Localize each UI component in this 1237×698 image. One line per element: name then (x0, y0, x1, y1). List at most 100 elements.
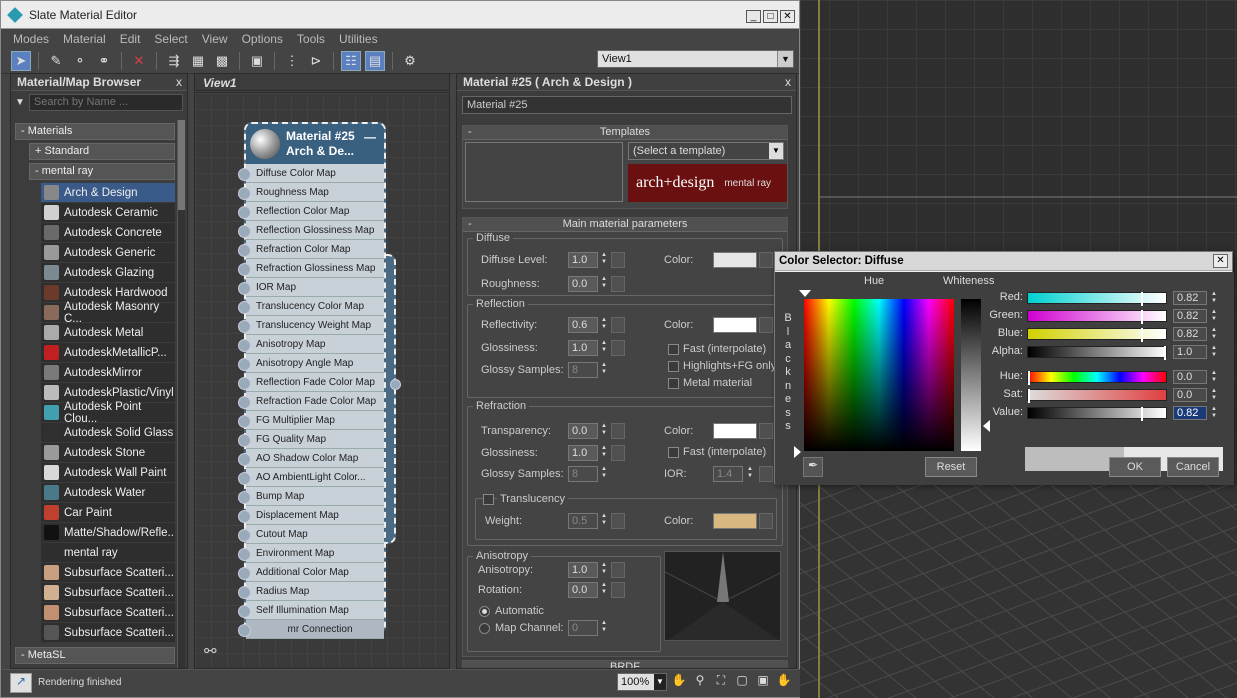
props-close-icon[interactable]: x (785, 75, 791, 89)
eyedropper-icon[interactable]: ✒ (803, 457, 823, 477)
spinner-icon[interactable]: ▲ ▼ (599, 362, 609, 378)
reflectivity-map-button[interactable] (611, 317, 625, 333)
refraction-glossiness-field[interactable]: 1.0 (568, 445, 598, 461)
spinner-icon[interactable]: ▲ ▼ (599, 513, 609, 529)
menu-view[interactable]: View (202, 32, 228, 46)
put-to-scene-icon[interactable]: ⚬ (70, 51, 90, 71)
spinner-icon[interactable]: ▲ ▼ (1209, 370, 1219, 384)
node-connection-slot[interactable]: mr Connection (238, 620, 384, 639)
node-input-slot[interactable]: Reflection Glossiness Map (238, 221, 384, 240)
transparency-map-button[interactable] (611, 423, 625, 439)
layout-children-icon[interactable]: ⋮ (282, 51, 302, 71)
rotation-field[interactable]: 0.0 (568, 582, 598, 598)
menu-select[interactable]: Select (154, 32, 187, 46)
view-dropdown[interactable]: View1 ▼ (597, 50, 794, 68)
spinner-icon[interactable]: ▲ ▼ (599, 445, 609, 461)
list-item[interactable]: Arch & Design (41, 183, 175, 203)
list-item[interactable]: Subsurface Scatteri... (41, 563, 175, 583)
spinner-icon[interactable]: ▲ ▼ (599, 620, 609, 636)
spinner-icon[interactable]: ▲ ▼ (599, 340, 609, 356)
list-item[interactable]: Autodesk Generic (41, 243, 175, 263)
channel-slider[interactable] (1027, 407, 1167, 421)
spinner-icon[interactable]: ▲ ▼ (1209, 388, 1219, 402)
maximize-button[interactable]: □ (763, 10, 778, 23)
anisotropy-map-button[interactable] (611, 562, 625, 578)
translucency-weight-field[interactable]: 0.5 (568, 513, 598, 529)
chevron-down-icon[interactable]: ▼ (769, 143, 783, 159)
template-dropdown[interactable]: (Select a template) ▼ (628, 142, 784, 160)
anisotropy-field[interactable]: 1.0 (568, 562, 598, 578)
slider-thumb[interactable] (1164, 346, 1166, 360)
node-input-slot[interactable]: Roughness Map (238, 183, 384, 202)
minimize-button[interactable]: _ (746, 10, 761, 23)
hue-blackness-picker[interactable] (804, 299, 954, 451)
search-input[interactable] (28, 93, 183, 111)
translucency-color-map-button[interactable] (759, 513, 773, 529)
slider-thumb[interactable] (1028, 389, 1030, 403)
group-materials[interactable]: - Materials (15, 123, 175, 140)
spinner-icon[interactable]: ▲ ▼ (745, 466, 755, 482)
channel-value-field[interactable]: 0.82 (1173, 327, 1207, 341)
roughness-field[interactable]: 0.0 (568, 276, 598, 292)
whiteness-marker[interactable] (983, 420, 990, 432)
spinner-icon[interactable]: ▲ ▼ (599, 562, 609, 578)
spinner-icon[interactable]: ▲ ▼ (1209, 327, 1219, 341)
slider-thumb[interactable] (1141, 407, 1143, 421)
filter-icon[interactable]: ▼ (15, 97, 25, 108)
menu-options[interactable]: Options (242, 32, 283, 46)
reflection-color-swatch[interactable] (713, 317, 757, 333)
channel-slider[interactable] (1027, 371, 1167, 385)
list-item[interactable]: Matte/Shadow/Refle... (41, 523, 175, 543)
list-item[interactable]: Autodesk Point Clou... (41, 401, 175, 425)
move-children-icon[interactable]: ⇶ (164, 51, 184, 71)
map-channel-radio[interactable] (479, 623, 490, 634)
channel-value-field[interactable]: 0.0 (1173, 370, 1207, 384)
list-item[interactable]: Car Paint (41, 503, 175, 523)
refraction-color-map-button[interactable] (759, 423, 773, 439)
list-item[interactable]: mental ray (41, 543, 175, 563)
channel-value-field[interactable]: 1.0 (1173, 345, 1207, 359)
reset-button[interactable]: Reset (925, 457, 977, 477)
delete-icon[interactable]: ✕ (129, 51, 149, 71)
menu-edit[interactable]: Edit (120, 32, 141, 46)
pan-hand-icon[interactable]: ✋ (670, 673, 688, 691)
zoom-extents-icon[interactable]: ▢ (733, 673, 751, 691)
slider-thumb[interactable] (1141, 292, 1143, 306)
spinner-icon[interactable]: ▲ ▼ (1209, 309, 1219, 323)
browser-close-icon[interactable]: x (176, 75, 182, 89)
material-map-browser-toggle-icon[interactable]: ☷ (341, 50, 361, 71)
ior-field[interactable]: 1.4 (713, 466, 743, 482)
list-item[interactable]: Subsurface Scatteri... (41, 603, 175, 623)
layout-icon[interactable]: ▣ (247, 51, 267, 71)
channel-slider[interactable] (1027, 389, 1167, 403)
reflection-samples-field[interactable]: 8 (568, 362, 598, 378)
pick-material-icon[interactable]: ✎ (46, 51, 66, 71)
chevron-down-icon[interactable]: ▼ (654, 674, 666, 690)
translucency-weight-map-button[interactable] (611, 513, 625, 529)
menu-tools[interactable]: Tools (297, 32, 325, 46)
translucency-color-swatch[interactable] (713, 513, 757, 529)
list-item[interactable]: Subsurface Scatteri... (41, 623, 175, 643)
spinner-icon[interactable]: ▲ ▼ (599, 466, 609, 482)
channel-slider[interactable] (1027, 346, 1167, 360)
list-item[interactable]: Autodesk Concrete (41, 223, 175, 243)
node-input-slot[interactable]: Cutout Map (238, 525, 384, 544)
node-input-slot[interactable]: Reflection Fade Color Map (238, 373, 384, 392)
translucency-checkbox[interactable] (483, 494, 494, 505)
channel-slider[interactable] (1027, 310, 1167, 324)
close-button[interactable]: ✕ (780, 10, 795, 23)
zoom-region-icon[interactable]: ⛶ (712, 673, 730, 691)
node-input-slot[interactable]: FG Quality Map (238, 430, 384, 449)
list-item[interactable]: AutodeskMetallicP... (41, 343, 175, 363)
node-input-slot[interactable]: Anisotropy Angle Map (238, 354, 384, 373)
template-list[interactable] (465, 142, 623, 202)
spinner-icon[interactable]: ▲ ▼ (1209, 345, 1219, 359)
list-item[interactable]: Autodesk Metal (41, 323, 175, 343)
slider-thumb[interactable] (1141, 328, 1143, 342)
menu-material[interactable]: Material (63, 32, 106, 46)
highlights-fg-checkbox[interactable] (668, 361, 679, 372)
assign-material-icon[interactable]: ⚭ (94, 51, 114, 71)
whiteness-bar[interactable] (961, 299, 981, 451)
list-item[interactable]: Autodesk Water (41, 483, 175, 503)
cancel-button[interactable]: Cancel (1167, 457, 1219, 477)
